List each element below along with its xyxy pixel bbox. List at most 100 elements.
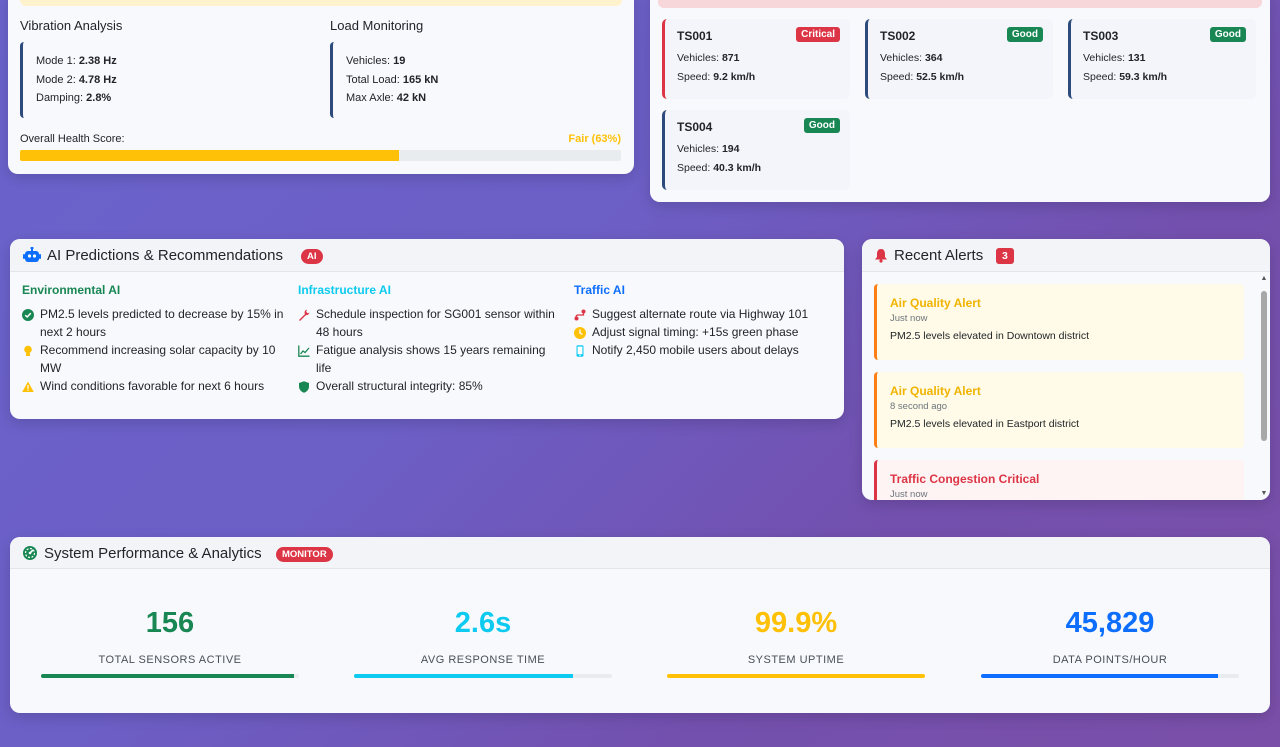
damping-row: Damping: 2.8%: [36, 92, 112, 104]
warning-triangle-icon: [22, 380, 34, 392]
stat-label: Avg Response Time: [420, 654, 546, 666]
health-score-label: Overall Health Score:: [20, 133, 125, 145]
ai-predictions-card: AI Predictions & Recommendations AI Envi…: [10, 239, 844, 419]
ai-recommendation: Fatigue analysis shows 15 years remainin…: [298, 341, 560, 377]
sensor-speed: Speed: 59.3 km/h: [1083, 70, 1168, 83]
ai-recommendation-text: Wind conditions favorable for next 6 hou…: [40, 379, 265, 393]
robot-icon: [23, 246, 41, 269]
sensor-vehicles: Vehicles: 364: [880, 52, 943, 64]
ai-column-title: Traffic AI: [574, 283, 625, 297]
traffic-sensors-card: TS001 Vehicles: 871 Speed: 9.2 km/h Critica…: [650, 0, 1270, 202]
alert-timestamp: Just now: [890, 313, 928, 324]
performance-title: System Performance & Analytics: [44, 545, 262, 562]
stat-progress-bar: [667, 674, 925, 678]
scroll-down-arrow-icon[interactable]: ▼: [1260, 490, 1268, 498]
sensor-speed: Speed: 9.2 km/h: [677, 70, 756, 83]
ai-recommendation: PM2.5 levels predicted to decrease by 15…: [22, 305, 284, 341]
stat-progress-fill: [667, 674, 925, 678]
sensor-speed: Speed: 40.3 km/h: [677, 161, 762, 174]
traffic-sensor-card[interactable]: TS002 Vehicles: 364 Speed: 52.5 km/h Good: [865, 19, 1053, 99]
recent-alerts-card: Recent Alerts 3 Air Quality Alert Just no…: [862, 239, 1270, 500]
alerts-count-badge: 3: [996, 248, 1014, 264]
stat-progress-fill: [981, 674, 1219, 678]
alert-timestamp: 8 second ago: [890, 401, 948, 412]
alert-item[interactable]: Traffic Congestion Critical Just now: [874, 460, 1244, 500]
ai-recommendation: Schedule inspection for SG001 sensor wit…: [298, 305, 560, 341]
shield-icon: [298, 380, 310, 393]
alerts-scrollbar[interactable]: ▲ ▼: [1260, 275, 1268, 498]
alert-item[interactable]: Air Quality Alert 8 second ago PM2.5 level…: [874, 372, 1244, 448]
alert-item[interactable]: Air Quality Alert Just now PM2.5 levels el…: [874, 284, 1244, 360]
total-load-row: Total Load: 165 kN: [346, 73, 439, 86]
vibration-metrics: Mode 1: 2.38 Hz Mode 2: 4.78 Hz Damping:…: [20, 42, 300, 118]
load-monitoring-title: Load Monitoring: [330, 18, 424, 33]
ai-recommendation-text: Overall structural integrity: 85%: [316, 379, 483, 393]
sensor-vehicles: Vehicles: 871: [677, 52, 740, 64]
ai-column: Traffic AI Suggest alternate route via Hi…: [574, 283, 836, 359]
card-header: System Performance & Analytics MONITOR: [10, 537, 1270, 569]
ai-recommendation-text: PM2.5 levels predicted to decrease by 15…: [40, 307, 284, 339]
sensor-speed: Speed: 52.5 km/h: [880, 70, 965, 83]
sensor-status-badge: Good: [1006, 27, 1043, 42]
ai-recommendation: Overall structural integrity: 85%: [298, 377, 560, 395]
traffic-sensor-card[interactable]: TS004 Vehicles: 194 Speed: 40.3 km/h Good: [662, 110, 850, 190]
gauge-icon: [22, 545, 38, 566]
stat-label: System Uptime: [747, 654, 845, 666]
ai-recommendation: Suggest alternate route via Highway 101: [574, 305, 836, 323]
alert-title: Air Quality Alert: [890, 384, 981, 398]
mobile-icon: [574, 344, 586, 357]
card-header: Recent Alerts 3: [862, 239, 1270, 272]
ai-recommendation-text: Schedule inspection for SG001 sensor wit…: [316, 307, 555, 339]
scroll-up-arrow-icon[interactable]: ▲: [1260, 275, 1268, 283]
sensor-status-badge: Good: [1209, 27, 1246, 42]
stat-progress-fill: [354, 674, 574, 678]
clock-icon: [574, 326, 586, 339]
stat-label: Total Sensors Active: [98, 654, 242, 666]
stat-label: Data Points/Hour: [1052, 654, 1168, 666]
stat-progress-bar: [354, 674, 612, 678]
lightbulb-icon: [22, 344, 34, 356]
structural-health-card: Vibration Analysis Mode 1: 2.38 Hz Mode …: [8, 0, 634, 174]
max-axle-row: Max Axle: 42 kN: [346, 92, 427, 104]
sensor-status-badge: Good: [803, 118, 840, 133]
monitor-badge: MONITOR: [276, 547, 333, 562]
sensor-vehicles: Vehicles: 131: [1083, 52, 1146, 64]
ai-recommendation-text: Adjust signal timing: +15s green phase: [592, 325, 799, 339]
alert-message: PM2.5 levels elevated in Downtown distri…: [890, 330, 1090, 342]
ai-recommendation-text: Fatigue analysis shows 15 years remainin…: [316, 343, 546, 375]
alerts-title: Recent Alerts: [894, 247, 984, 264]
load-metrics: Vehicles: 19 Total Load: 165 kN Max Axle…: [330, 42, 610, 118]
chart-line-icon: [298, 344, 310, 357]
ai-column: Environmental AI PM2.5 levels predicted t…: [22, 283, 284, 395]
performance-stat: 2.6s Avg Response Time: [353, 607, 613, 678]
sensor-vehicles: Vehicles: 194: [677, 143, 740, 155]
health-score-value: Fair (63%): [568, 133, 621, 145]
ai-badge: AI: [301, 249, 323, 264]
ai-column: Infrastructure AI Schedule inspection for…: [298, 283, 560, 395]
wrench-icon: [298, 308, 310, 321]
card-header: AI Predictions & Recommendations AI: [10, 239, 844, 272]
traffic-sensor-card[interactable]: TS001 Vehicles: 871 Speed: 9.2 km/h Critica…: [662, 19, 850, 99]
status-strip: [20, 0, 622, 6]
alert-timestamp: Just now: [890, 489, 928, 500]
sensor-status-badge: Critical: [796, 27, 840, 42]
health-progress-bar: [20, 150, 621, 161]
vehicles-row: Vehicles: 19: [346, 55, 406, 67]
performance-stat: 45,829 Data Points/Hour: [980, 607, 1240, 678]
stat-progress-fill: [41, 674, 294, 678]
alerts-list[interactable]: Air Quality Alert Just now PM2.5 levels el…: [862, 273, 1270, 500]
bell-icon: [874, 248, 888, 268]
traffic-sensor-card[interactable]: TS003 Vehicles: 131 Speed: 59.3 km/h Good: [1068, 19, 1256, 99]
stat-value: 2.6s: [454, 607, 512, 639]
ai-column-title: Environmental AI: [22, 283, 121, 297]
alert-message: PM2.5 levels elevated in Eastport distri…: [890, 418, 1080, 430]
scrollbar-thumb[interactable]: [1261, 291, 1267, 441]
stat-value: 45,829: [1065, 607, 1155, 639]
stat-progress-bar: [981, 674, 1239, 678]
ai-recommendation-text: Notify 2,450 mobile users about delays: [592, 343, 799, 357]
ai-recommendation: Adjust signal timing: +15s green phase: [574, 323, 836, 341]
ai-recommendation: Recommend increasing solar capacity by 1…: [22, 341, 284, 377]
performance-stat: 99.9% System Uptime: [666, 607, 926, 678]
mode2-row: Mode 2: 4.78 Hz: [36, 73, 117, 86]
stat-progress-bar: [41, 674, 299, 678]
